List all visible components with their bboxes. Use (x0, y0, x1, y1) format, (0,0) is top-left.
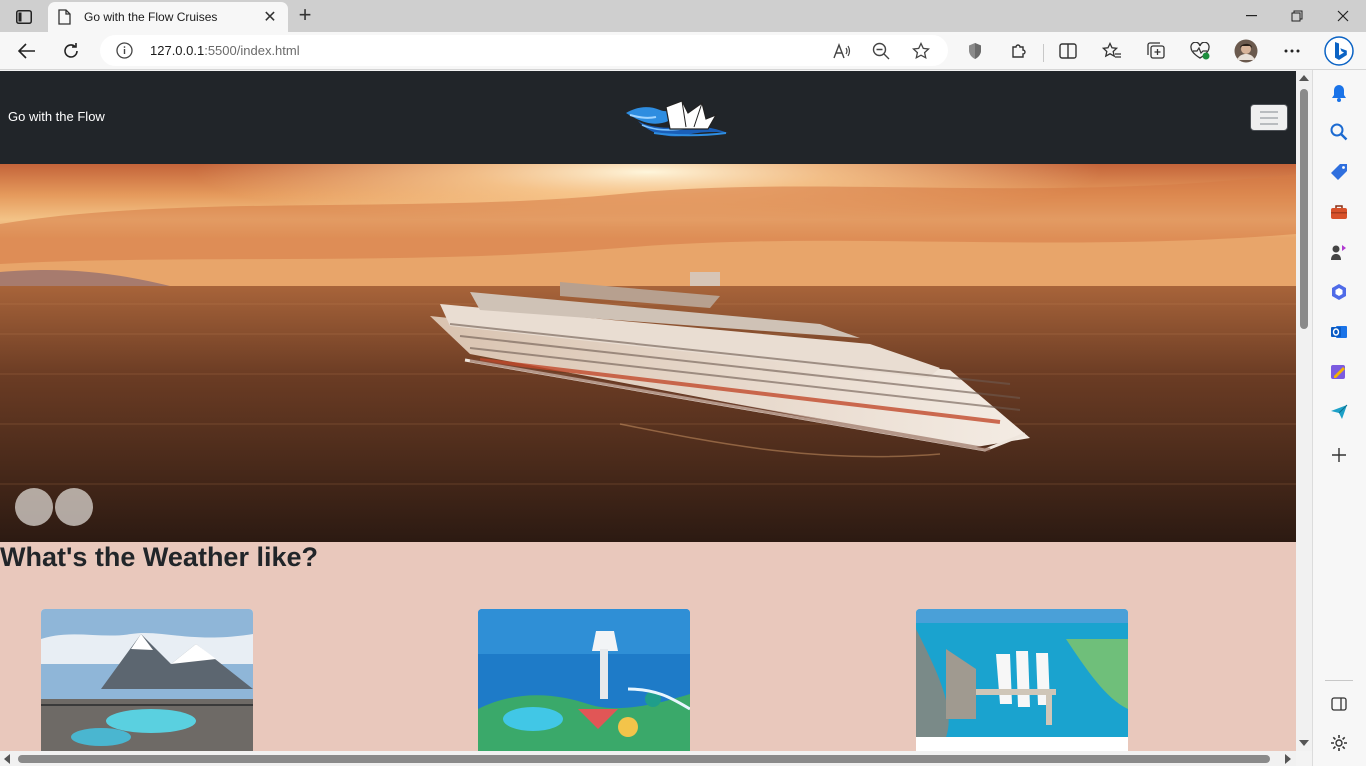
read-aloud-icon[interactable] (832, 41, 852, 61)
puzzle-icon[interactable] (1008, 40, 1030, 62)
shopping-tag-icon[interactable] (1328, 161, 1350, 183)
m365-icon[interactable] (1328, 281, 1350, 303)
navbar-toggler-button[interactable] (1250, 104, 1288, 131)
destination-card[interactable] (41, 609, 253, 751)
back-arrow-icon[interactable] (12, 36, 42, 66)
tab-actions-icon[interactable] (10, 6, 38, 28)
vertical-scroll-thumb[interactable] (1300, 89, 1308, 329)
send-icon[interactable] (1328, 401, 1350, 423)
outlook-icon[interactable] (1328, 321, 1350, 343)
nassau-card-image (916, 609, 1128, 737)
site-info-icon[interactable] (116, 42, 133, 59)
split-screen-icon[interactable] (1057, 40, 1079, 62)
horizontal-scrollbar[interactable] (0, 751, 1296, 766)
minimize-button[interactable] (1228, 0, 1274, 32)
sidebar-panel-icon[interactable] (1328, 693, 1350, 715)
hero-carousel[interactable] (0, 164, 1296, 542)
hamburger-line (1260, 122, 1278, 125)
destination-card[interactable] (478, 609, 690, 751)
scroll-down-arrow[interactable] (1299, 740, 1309, 746)
gear-icon[interactable] (1328, 732, 1350, 754)
designer-icon[interactable] (1328, 361, 1350, 383)
boat-logo[interactable] (624, 99, 730, 139)
tools-briefcase-icon[interactable] (1328, 201, 1350, 223)
browser-sidebar (1312, 70, 1366, 766)
favorites-icon[interactable] (1101, 40, 1123, 62)
caribbean-card-image (478, 609, 690, 751)
more-icon[interactable] (1281, 40, 1303, 62)
star-icon[interactable] (911, 41, 931, 61)
card-body (916, 737, 1128, 751)
sidebar-divider (1325, 680, 1353, 681)
search-icon[interactable] (1328, 121, 1350, 143)
restore-button[interactable] (1274, 0, 1320, 32)
new-tab-button[interactable]: + (292, 4, 318, 28)
bing-copilot-icon[interactable] (1324, 35, 1354, 67)
games-icon[interactable] (1328, 241, 1350, 263)
profile-avatar[interactable] (1234, 39, 1258, 63)
collections-icon[interactable] (1145, 40, 1167, 62)
destination-card[interactable] (916, 609, 1128, 751)
carousel-indicator-1[interactable] (15, 488, 53, 526)
scroll-up-arrow[interactable] (1299, 75, 1309, 81)
browser-tab-bar: Go with the Flow Cruises ✕ + (0, 0, 1366, 32)
tab-title: Go with the Flow Cruises (84, 10, 218, 24)
scroll-left-arrow[interactable] (4, 754, 10, 764)
horizontal-scroll-thumb[interactable] (18, 755, 1270, 763)
address-bar[interactable]: 127.0.0.1:5500/index.html (100, 35, 948, 66)
brand-link[interactable]: Go with the Flow (8, 109, 105, 124)
heartbeat-icon[interactable] (1189, 40, 1211, 62)
bell-icon[interactable] (1328, 82, 1350, 104)
refresh-icon[interactable] (56, 36, 86, 66)
carousel-indicator-2[interactable] (55, 488, 93, 526)
zoom-out-icon[interactable] (871, 41, 891, 61)
alaska-card-image (41, 609, 253, 751)
url-text[interactable]: 127.0.0.1:5500/index.html (150, 43, 300, 58)
close-window-button[interactable] (1320, 0, 1366, 32)
url-host: 127.0.0.1 (150, 43, 205, 58)
hamburger-line (1260, 116, 1278, 119)
toolbar-separator (1043, 44, 1044, 62)
scroll-right-arrow[interactable] (1285, 754, 1291, 764)
shield-icon[interactable] (964, 40, 986, 62)
browser-tab[interactable]: Go with the Flow Cruises ✕ (48, 2, 288, 32)
close-tab-icon[interactable]: ✕ (262, 7, 278, 27)
browser-toolbar: 127.0.0.1:5500/index.html (0, 32, 1366, 70)
vertical-scrollbar[interactable] (1296, 71, 1312, 751)
url-path: :5500/index.html (204, 43, 300, 58)
site-navbar: Go with the Flow (0, 71, 1296, 164)
page-icon (58, 9, 72, 25)
hamburger-line (1260, 110, 1278, 113)
add-icon[interactable] (1328, 444, 1350, 466)
page-viewport[interactable]: Go with the Flow What's the Weather like… (0, 71, 1296, 751)
hero-image (0, 164, 1296, 542)
weather-section-title: What's the Weather like? (0, 542, 318, 572)
